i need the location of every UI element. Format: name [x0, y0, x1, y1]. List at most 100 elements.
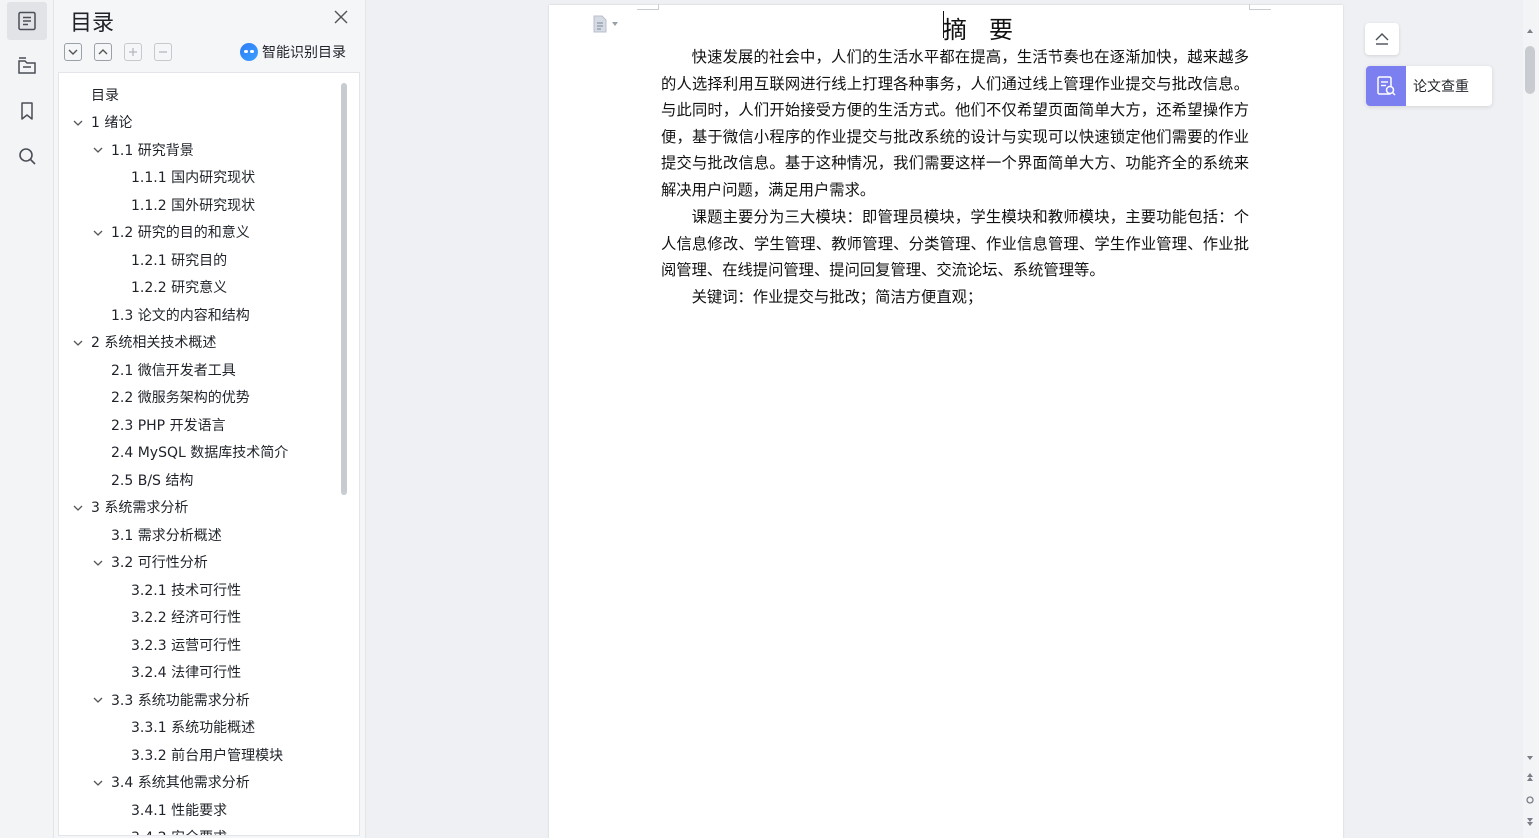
chevron-down-icon[interactable] [93, 228, 103, 238]
document-icon [593, 15, 607, 33]
search-button[interactable] [7, 137, 47, 175]
toc-scrollbar[interactable] [341, 83, 347, 495]
expand-all-button[interactable] [64, 43, 82, 61]
toc-item-label: 1.2.1 研究目的 [131, 252, 228, 269]
page-corner-mark [1249, 4, 1271, 10]
toc-view-button[interactable] [7, 2, 47, 40]
toc-item-label: 3.2.3 运营可行性 [131, 637, 242, 654]
toc-item-label: 3.3.1 系统功能概述 [131, 720, 256, 737]
toc-item[interactable]: 3.2.1 技术可行性 [59, 576, 339, 604]
toc-tree: 目录 1 绪论 1.1 研究背景 1.1.1 国内研究现状 1.1.2 国外研究现状 1.… [58, 72, 360, 836]
toc-item-label: 3.2.2 经济可行性 [131, 610, 242, 627]
chevron-down-icon[interactable] [73, 338, 83, 348]
search-icon [19, 148, 36, 165]
chevron-down-icon[interactable] [73, 503, 83, 513]
chevron-down-icon[interactable] [73, 118, 83, 128]
smart-toc-label: 智能识别目录 [262, 45, 346, 61]
toc-item[interactable]: 2.3 PHP 开发语言 [59, 411, 339, 439]
toc-item[interactable]: 3.3.2 前台用户管理模块 [59, 741, 339, 769]
plagiarism-check-button[interactable]: 论文查重 [1366, 66, 1492, 106]
toc-item-label: 3.2.1 技术可行性 [131, 582, 242, 599]
toc-item-label: 2 系统相关技术概述 [91, 335, 217, 352]
previous-page-icon[interactable] [1525, 772, 1535, 782]
abstract-title: 摘要 [943, 16, 1035, 44]
toc-item[interactable]: 3.4.1 性能要求 [59, 796, 339, 824]
toc-item-label: 3.3.2 前台用户管理模块 [131, 747, 284, 764]
scroll-up-arrow-icon[interactable] [1525, 26, 1535, 36]
toc-item[interactable]: 3.3.1 系统功能概述 [59, 714, 339, 742]
plus-icon [129, 48, 137, 56]
paragraph-tool-button[interactable] [592, 15, 619, 33]
main-scrollbar-thumb[interactable] [1525, 46, 1535, 94]
toc-item[interactable]: 1.1 研究背景 [59, 136, 339, 164]
toc-item[interactable]: 1.2.1 研究目的 [59, 246, 339, 274]
toc-item-label: 1.1.2 国外研究现状 [131, 197, 256, 214]
smart-toc-button[interactable]: 智能识别目录 [240, 42, 346, 62]
add-heading-button[interactable] [124, 43, 142, 61]
toc-item[interactable]: 1.3 论文的内容和结构 [59, 301, 339, 329]
section-nav-button[interactable] [7, 47, 47, 85]
toc-item[interactable]: 3 系统需求分析 [59, 494, 339, 522]
plagiarism-check-icon [1366, 66, 1406, 106]
toc-item-label: 2.2 微服务架构的优势 [111, 390, 250, 407]
toc-item[interactable]: 3.2 可行性分析 [59, 549, 339, 577]
toc-item-label: 2.4 MySQL 数据库技术简介 [111, 445, 289, 462]
chevron-down-icon[interactable] [93, 778, 103, 788]
toc-item-label: 目录 [91, 87, 119, 104]
toc-item-label: 2.1 微信开发者工具 [111, 362, 236, 379]
toc-item[interactable]: 2.1 微信开发者工具 [59, 356, 339, 384]
page-corner-mark [637, 4, 659, 10]
main-scrollbar[interactable] [1523, 0, 1539, 838]
toc-item[interactable]: 1.1.2 国外研究现状 [59, 191, 339, 219]
toc-item-label: 3.2 可行性分析 [111, 555, 208, 572]
toc-item[interactable]: 1.2 研究的目的和意义 [59, 219, 339, 247]
chevron-up-icon [98, 49, 108, 55]
toc-item[interactable]: 3.2.3 运营可行性 [59, 631, 339, 659]
text-cursor [943, 11, 944, 38]
toc-item[interactable]: 1 绪论 [59, 109, 339, 137]
minus-icon [159, 51, 167, 53]
chevron-down-icon[interactable] [93, 145, 103, 155]
toc-item-label: 3.2.4 法律可行性 [131, 665, 242, 682]
chevron-down-icon[interactable] [93, 695, 103, 705]
chevron-down-icon [68, 49, 78, 55]
toc-item[interactable]: 3.3 系统功能需求分析 [59, 686, 339, 714]
toc-item[interactable]: 2.4 MySQL 数据库技术简介 [59, 439, 339, 467]
app-window: 目录 智能识别目录 目录 1 绪论 1.1 研究背景 1.1.1 国内研究现状 1. [0, 0, 1539, 838]
toc-toolbar [64, 43, 172, 61]
toc-item-label: 3.4.2 安全要求 [131, 827, 227, 835]
page-select-icon[interactable] [1525, 795, 1535, 805]
smart-robot-icon [240, 43, 258, 61]
chevron-down-icon[interactable] [93, 558, 103, 568]
bookmark-button[interactable] [7, 92, 47, 130]
toc-item[interactable]: 2.5 B/S 结构 [59, 466, 339, 494]
toc-item-label: 2.5 B/S 结构 [111, 472, 194, 489]
collapse-panel-button[interactable] [1365, 23, 1399, 55]
toc-item[interactable]: 目录 [59, 81, 339, 109]
toc-item-label: 1.1.1 国内研究现状 [131, 170, 256, 187]
toc-item-label: 1.2 研究的目的和意义 [111, 225, 250, 242]
caret-down-icon [612, 22, 618, 26]
toc-item-label: 3.1 需求分析概述 [111, 527, 222, 544]
toc-item-label: 3.3 系统功能需求分析 [111, 692, 250, 709]
toc-item-label: 3.4.1 性能要求 [131, 802, 228, 819]
toc-item[interactable]: 3.1 需求分析概述 [59, 521, 339, 549]
toc-item[interactable]: 3.4.2 安全要求 [59, 824, 339, 835]
folder-tree-icon [18, 57, 36, 74]
toc-item[interactable]: 2.2 微服务架构的优势 [59, 384, 339, 412]
toc-list: 目录 1 绪论 1.1 研究背景 1.1.1 国内研究现状 1.1.2 国外研究现状 1.… [59, 81, 339, 835]
toc-item-label: 1.2.2 研究意义 [131, 280, 228, 297]
toc-item[interactable]: 2 系统相关技术概述 [59, 329, 339, 357]
remove-heading-button[interactable] [154, 43, 172, 61]
collapse-all-button[interactable] [94, 43, 112, 61]
toc-item-label: 2.3 PHP 开发语言 [111, 417, 226, 434]
toc-item[interactable]: 3.2.4 法律可行性 [59, 659, 339, 687]
toc-item[interactable]: 1.1.1 国内研究现状 [59, 164, 339, 192]
close-icon[interactable] [332, 8, 350, 26]
scroll-down-arrow-icon[interactable] [1525, 753, 1535, 763]
toc-item[interactable]: 3.4 系统其他需求分析 [59, 769, 339, 797]
next-page-icon[interactable] [1525, 817, 1535, 827]
toc-item[interactable]: 3.2.2 经济可行性 [59, 604, 339, 632]
keywords-line: 关键词：作业提交与批改；简洁方便直观； [691, 288, 983, 306]
toc-item[interactable]: 1.2.2 研究意义 [59, 274, 339, 302]
